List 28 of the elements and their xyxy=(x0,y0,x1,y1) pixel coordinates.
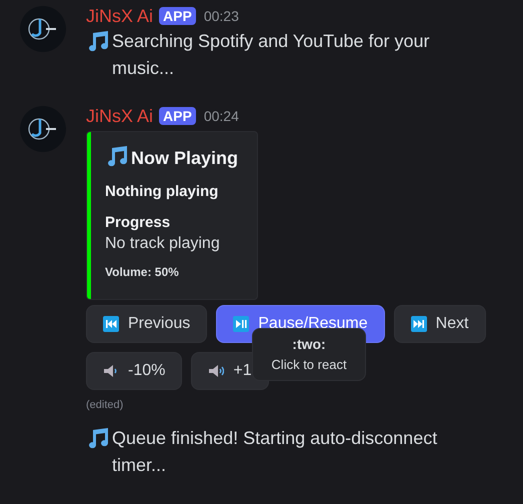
embed-description: Nothing playing xyxy=(105,183,220,200)
author-name[interactable]: JiNsX Ai xyxy=(86,106,154,126)
app-badge: APP xyxy=(159,107,196,125)
field-value: No track playing xyxy=(105,235,221,253)
music-note-icon xyxy=(86,426,110,450)
speaker-icon xyxy=(208,363,224,379)
action-button[interactable]: Next xyxy=(394,305,486,343)
skip-forward-icon xyxy=(410,316,427,332)
message-text: Queue finished! Starting auto-disconnect timer... xyxy=(112,427,438,477)
field-name: Progress xyxy=(105,214,172,231)
embed-footer: Volume: 50% xyxy=(105,265,238,279)
timestamp: 00:24 xyxy=(204,108,239,124)
avatar-icon xyxy=(20,6,66,52)
tooltip-hint: Click to react xyxy=(270,357,348,372)
music-note-icon xyxy=(86,29,110,53)
avatar-icon xyxy=(20,106,66,152)
skip-back-icon xyxy=(103,316,119,332)
action-button[interactable]: Previous xyxy=(86,305,208,343)
speaker-icon xyxy=(103,363,119,379)
music-note-icon xyxy=(105,144,129,168)
edited-label: (edited) xyxy=(86,399,124,411)
author-name[interactable]: JiNsX Ai xyxy=(86,6,154,26)
action-button[interactable]: -10% xyxy=(86,352,182,390)
app-badge: APP xyxy=(159,7,196,25)
timestamp: 00:23 xyxy=(204,8,239,24)
embed-title: Now Playing xyxy=(131,148,238,168)
play-pause-icon xyxy=(233,316,250,332)
message-text: Searching Spotify and YouTube for your music... xyxy=(112,30,431,80)
